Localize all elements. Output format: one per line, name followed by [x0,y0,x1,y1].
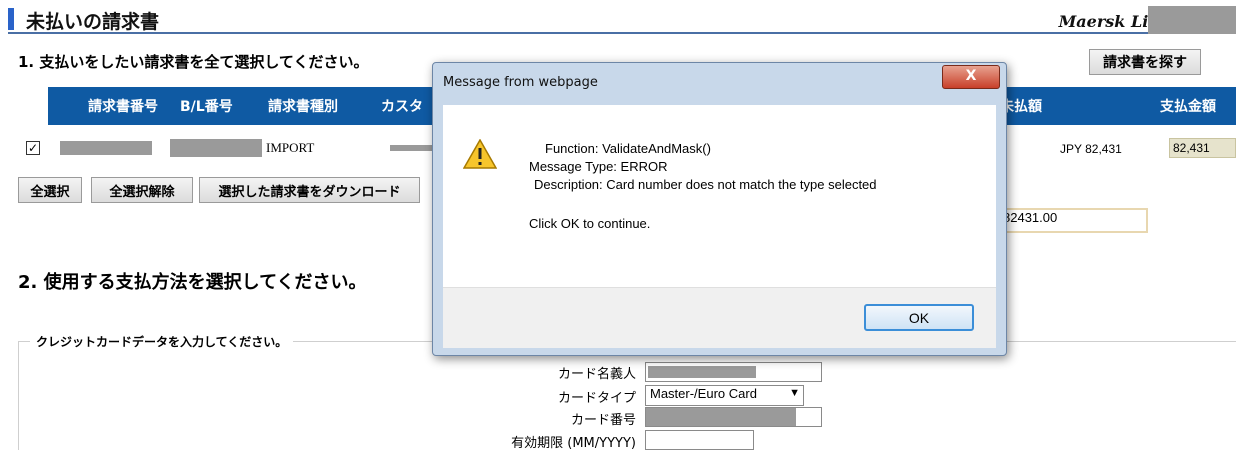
unpaid-amount-cell: JPY 82,431 [1060,142,1122,156]
select-all-button[interactable]: 全選択 [18,177,82,203]
col-bl-number[interactable]: B/L番号 [180,96,233,116]
dialog-title: Message from webpage [443,75,598,90]
card-type-value: Master-/Euro Card [650,386,757,401]
dialog-function-text: Function: ValidateAndMask() [545,141,711,156]
invoice-checkbox[interactable]: ✓ [26,141,40,155]
find-invoice-button[interactable]: 請求書を探す [1089,49,1201,75]
pay-amount-input[interactable]: 82,431 [1169,138,1236,158]
title-accent-bar [8,8,14,30]
chevron-down-icon: ▼ [789,387,800,399]
card-number-input[interactable] [645,407,822,427]
redacted-invoice-number [60,141,152,155]
card-type-label: カードタイプ [557,391,636,406]
col-invoice-number[interactable]: 請求書番号 [88,96,158,116]
redacted-card-holder [648,366,756,378]
page-title: 未払いの請求書 [26,11,160,33]
col-pay-amount[interactable]: 支払金額 [1160,96,1216,116]
col-customer[interactable]: カスタ [381,96,423,116]
card-holder-input[interactable] [645,362,822,382]
ok-button[interactable]: OK [864,304,974,331]
dialog-type-text: Message Type: ERROR [529,159,668,174]
card-number-label: カード番号 [570,413,636,428]
section1-heading: 1. 支払いをしたい請求書を全て選択してください。 [18,53,369,71]
download-selected-button[interactable]: 選択した請求書をダウンロード [199,177,420,203]
credit-card-legend: クレジットカードデータを入力してください。 [30,333,294,350]
redacted-customer [390,145,434,151]
brand-redaction [1148,6,1236,34]
page-header: 未払いの請求書 Maersk Line: [8,4,1236,34]
section2-heading: 2. 使用する支払方法を選択してください。 [18,272,367,293]
dialog-continue-text: Click OK to continue. [529,216,651,231]
expiry-label: 有効期限 (MM/YYYY) [511,436,636,450]
invoice-type-cell: IMPORT [266,140,315,155]
expiry-input[interactable] [645,430,754,450]
dialog-footer: OK [443,287,996,348]
close-icon[interactable]: X [942,65,1000,89]
card-holder-label: カード名義人 [557,367,636,382]
col-invoice-type[interactable]: 請求書種別 [268,96,338,116]
redacted-card-number [646,408,796,426]
dialog-description-text: Description: Card number does not match … [534,177,877,192]
message-dialog: Message from webpage X Function: Validat… [432,62,1007,356]
card-type-select[interactable]: Master-/Euro Card ▼ [645,385,804,406]
redacted-bl-number [170,139,262,157]
dialog-body: Function: ValidateAndMask() Message Type… [443,105,996,287]
total-amount-field[interactable]: 82431.00 [995,208,1148,233]
warning-icon [463,139,497,169]
deselect-all-button[interactable]: 全選択解除 [91,177,193,203]
